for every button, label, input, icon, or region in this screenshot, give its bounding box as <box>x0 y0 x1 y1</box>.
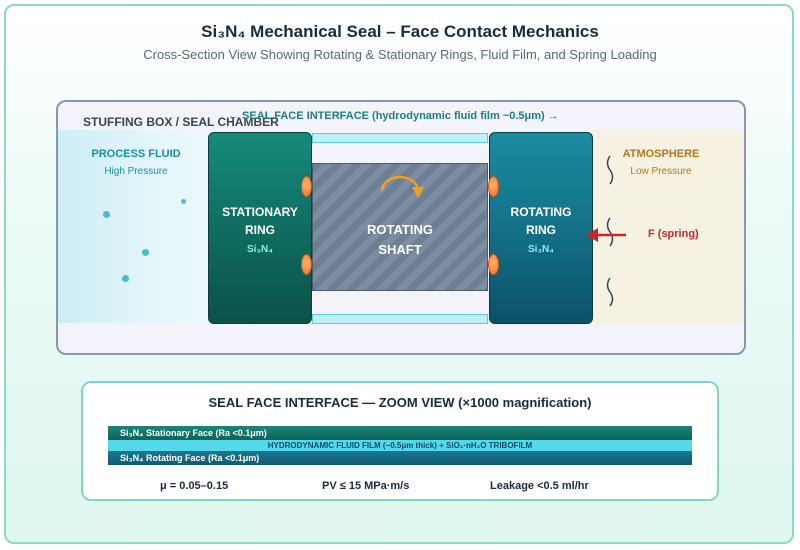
fluid-film-top <box>312 133 488 143</box>
stationary-ring: STATIONARY RING Si₃N₄ <box>208 132 312 324</box>
page-title: Si₃N₄ Mechanical Seal – Face Contact Mec… <box>201 22 599 41</box>
process-fluid-subtitle: High Pressure <box>104 166 168 177</box>
rotating-ring-material: Si₃N₄ <box>527 244 555 255</box>
zoom-view-title: SEAL FACE INTERFACE — ZOOM VIEW (×1000 m… <box>208 395 592 410</box>
process-fluid-title: PROCESS FLUID <box>91 148 181 160</box>
wave-icon <box>606 155 614 185</box>
shaft-label-line1: ROTATING <box>367 222 433 237</box>
fluid-particle <box>142 249 149 256</box>
rotating-ring: ROTATING RING Si₃N₄ <box>489 132 593 324</box>
friction-coefficient: μ = 0.05–0.15 <box>160 480 229 492</box>
fluid-particle <box>103 211 110 218</box>
stationary-face-layer: Si₃N₄ Stationary Face (Ra <0.1μm) <box>108 426 692 440</box>
pv-limit: PV ≤ 15 MPa·m/s <box>322 480 410 492</box>
stationary-ring-material: Si₃N₄ <box>246 244 274 255</box>
stationary-ring-label-line2: RING <box>245 223 275 237</box>
rotation-arrow-icon <box>380 175 424 198</box>
o-ring-icon <box>488 176 499 197</box>
rotating-ring-label-line1: ROTATING <box>510 205 572 219</box>
fluid-particle <box>181 199 186 204</box>
spring-force-arrow-icon <box>586 228 626 242</box>
rotating-face-layer: Si₃N₄ Rotating Face (Ra <0.1μm) <box>108 451 692 465</box>
fluid-film-layer: HYDRODYNAMIC FLUID FILM (~0.5μm thick) +… <box>108 440 692 451</box>
o-ring-icon <box>488 254 499 275</box>
page-subtitle: Cross-Section View Showing Rotating & St… <box>143 47 657 62</box>
spring-force-label: F (spring) <box>648 228 699 240</box>
o-ring-icon <box>301 254 312 275</box>
rotating-ring-label-line2: RING <box>526 223 556 237</box>
shaft-label-line2: SHAFT <box>378 242 422 257</box>
wave-icon <box>606 277 614 307</box>
fluid-film-bottom <box>312 314 488 324</box>
atmosphere-title: ATMOSPHERE <box>622 148 700 160</box>
stationary-ring-label-line1: STATIONARY <box>222 205 298 219</box>
interface-label: ← SEAL FACE INTERFACE (hydrodynamic flui… <box>228 110 559 122</box>
fluid-particle <box>122 275 129 282</box>
o-ring-icon <box>301 176 312 197</box>
atmosphere-subtitle: Low Pressure <box>630 166 692 177</box>
leakage-rate: Leakage <0.5 ml/hr <box>490 480 589 492</box>
